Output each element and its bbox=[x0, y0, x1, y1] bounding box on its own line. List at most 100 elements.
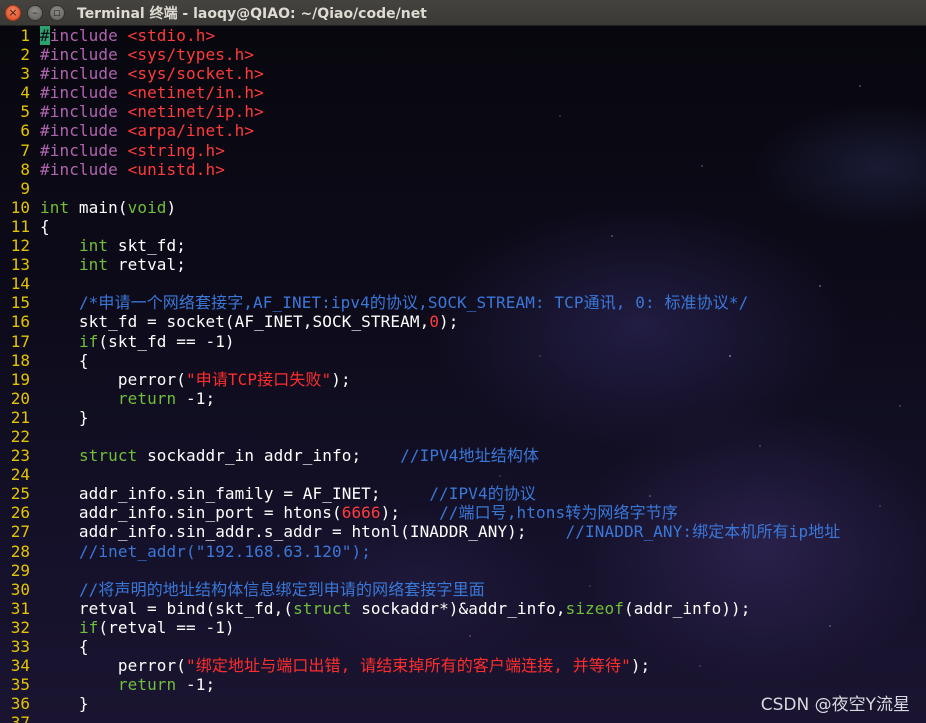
code-token: /*申请一个网络套接字,AF_INET:ipv4的协议,SOCK_STREAM:… bbox=[78, 293, 749, 313]
code-line: 19 perror("申请TCP接口失败"); bbox=[0, 370, 926, 389]
code-token: main( bbox=[69, 197, 128, 217]
line-text: addr_info.sin_port = htons(6666); //端口号,… bbox=[40, 503, 678, 522]
watermark: CSDN @夜空Y流星 bbox=[760, 695, 910, 715]
code-token: 6666 bbox=[341, 503, 381, 523]
code-token: <string.h> bbox=[127, 140, 225, 160]
code-token: //IPV4的协议 bbox=[429, 484, 537, 504]
code-line: 4 #include <netinet/in.h> bbox=[0, 83, 926, 102]
code-token: ); bbox=[439, 312, 459, 332]
code-token: -1; bbox=[176, 675, 216, 695]
code-token: addr_info.sin_addr.s_addr = htonl(INADDR… bbox=[40, 522, 566, 542]
line-number: 13 bbox=[10, 255, 30, 275]
code-line: 18 { bbox=[0, 351, 926, 370]
code-line: 32 if(retval == -1) bbox=[0, 618, 926, 637]
code-line: 20 return -1; bbox=[0, 389, 926, 408]
line-text: return -1; bbox=[40, 675, 215, 694]
window-title: Terminal 终端 - laoqy@QIAO: ~/Qiao/code/ne… bbox=[77, 5, 427, 22]
line-text: { bbox=[40, 351, 89, 370]
line-number: 21 bbox=[10, 407, 30, 427]
line-number: 11 bbox=[10, 216, 30, 236]
line-number: 23 bbox=[10, 446, 30, 466]
code-token: <netinet/in.h> bbox=[127, 83, 264, 103]
code-line: 26 addr_info.sin_port = htons(6666); //端… bbox=[0, 503, 926, 522]
terminal-window: × – ▫ Terminal 终端 - laoqy@QIAO: ~/Qiao/c… bbox=[0, 0, 926, 723]
code-line: 14 bbox=[0, 274, 926, 293]
code-line: 8 #include <unistd.h> bbox=[0, 160, 926, 179]
maximize-button[interactable]: ▫ bbox=[49, 4, 65, 21]
code-token: return bbox=[117, 388, 177, 408]
code-token: (skt_fd == -1) bbox=[98, 331, 235, 351]
code-token: //inet_addr("192.168.63.120"); bbox=[78, 541, 371, 561]
line-text: } bbox=[40, 408, 89, 427]
line-text: #include <stdio.h> bbox=[40, 26, 215, 45]
line-number: 8 bbox=[20, 159, 30, 179]
code-line: 23 struct sockaddr_in addr_info; //IPV4地… bbox=[0, 446, 926, 465]
code-token: sizeof bbox=[565, 598, 624, 618]
code-token: //INADDR_ANY:绑定本机所有ip地址 bbox=[565, 522, 841, 542]
code-view[interactable]: 1 #include <stdio.h> 2 #include <sys/types.… bbox=[0, 26, 926, 723]
code-token: -1; bbox=[176, 388, 216, 408]
code-token: #include bbox=[40, 140, 128, 160]
code-line: 11 { bbox=[0, 217, 926, 236]
code-line: 12 int skt_fd; bbox=[0, 236, 926, 255]
close-icon: × bbox=[8, 6, 18, 19]
line-number: 24 bbox=[10, 465, 30, 485]
code-line: 22 bbox=[0, 427, 926, 446]
line-number: 5 bbox=[20, 102, 30, 122]
code-token: <unistd.h> bbox=[127, 159, 225, 179]
code-token: //将声明的地址结构体信息绑定到申请的网络套接字里面 bbox=[78, 579, 485, 599]
title-bar[interactable]: × – ▫ Terminal 终端 - laoqy@QIAO: ~/Qiao/c… bbox=[0, 0, 926, 26]
code-token: //端口号,htons转为网络字节序 bbox=[439, 503, 678, 523]
code-line: 2 #include <sys/types.h> bbox=[0, 45, 926, 64]
code-line: 6 #include <arpa/inet.h> bbox=[0, 121, 926, 140]
code-token: <arpa/inet.h> bbox=[127, 121, 255, 141]
code-token: ) bbox=[166, 197, 177, 217]
terminal-content[interactable]: 1 #include <stdio.h> 2 #include <sys/types.… bbox=[0, 26, 926, 723]
line-text: perror("绑定地址与端口出错, 请结束掉所有的客户端连接, 并等待"); bbox=[40, 656, 650, 675]
code-line: 28 //inet_addr("192.168.63.120"); bbox=[0, 542, 926, 561]
code-token: int bbox=[78, 236, 109, 256]
line-text: #include <sys/types.h> bbox=[40, 45, 254, 64]
minimize-button[interactable]: – bbox=[27, 4, 43, 21]
minimize-icon: – bbox=[32, 6, 38, 19]
code-line: 3 #include <sys/socket.h> bbox=[0, 64, 926, 83]
code-token: (addr_info)); bbox=[624, 598, 751, 618]
line-text: #include <netinet/in.h> bbox=[40, 83, 264, 102]
code-token: #include bbox=[40, 45, 128, 65]
line-number: 19 bbox=[10, 369, 30, 389]
line-text: #include <arpa/inet.h> bbox=[40, 121, 254, 140]
line-text: int skt_fd; bbox=[40, 236, 186, 255]
code-token: ); bbox=[331, 369, 351, 389]
line-number: 32 bbox=[10, 617, 30, 637]
code-line: 27 addr_info.sin_addr.s_addr = htonl(INA… bbox=[0, 522, 926, 541]
code-token: int bbox=[78, 255, 109, 275]
code-token: #include bbox=[40, 26, 128, 45]
code-token: return bbox=[117, 675, 177, 695]
code-line: 31 retval = bind(skt_fd,(struct sockaddr… bbox=[0, 599, 926, 618]
code-token: <sys/types.h> bbox=[127, 45, 255, 65]
line-text: addr_info.sin_family = AF_INET; //IPV4的协… bbox=[40, 484, 536, 503]
line-text: struct sockaddr_in addr_info; //IPV4地址结构… bbox=[40, 446, 539, 465]
code-token: int bbox=[40, 197, 70, 217]
code-token: "绑定地址与端口出错, 请结束掉所有的客户端连接, 并等待" bbox=[186, 656, 631, 676]
line-text: if(skt_fd == -1) bbox=[40, 332, 235, 351]
code-token: skt_fd = socket(AF_INET,SOCK_STREAM, bbox=[40, 312, 430, 332]
code-token: if bbox=[78, 331, 99, 351]
code-token: addr_info.sin_port = htons( bbox=[40, 503, 342, 523]
close-button[interactable]: × bbox=[5, 4, 21, 21]
maximize-icon: ▫ bbox=[53, 6, 61, 19]
line-text: retval = bind(skt_fd,(struct sockaddr*)&… bbox=[40, 599, 751, 618]
code-token: sockaddr*)&addr_info, bbox=[351, 598, 566, 618]
line-number: 31 bbox=[10, 598, 30, 618]
code-line: 13 int retval; bbox=[0, 255, 926, 274]
code-token: { bbox=[40, 350, 89, 370]
code-token: (retval == -1) bbox=[98, 617, 235, 637]
code-line: 7 #include <string.h> bbox=[0, 141, 926, 160]
code-token: #include bbox=[40, 159, 128, 179]
